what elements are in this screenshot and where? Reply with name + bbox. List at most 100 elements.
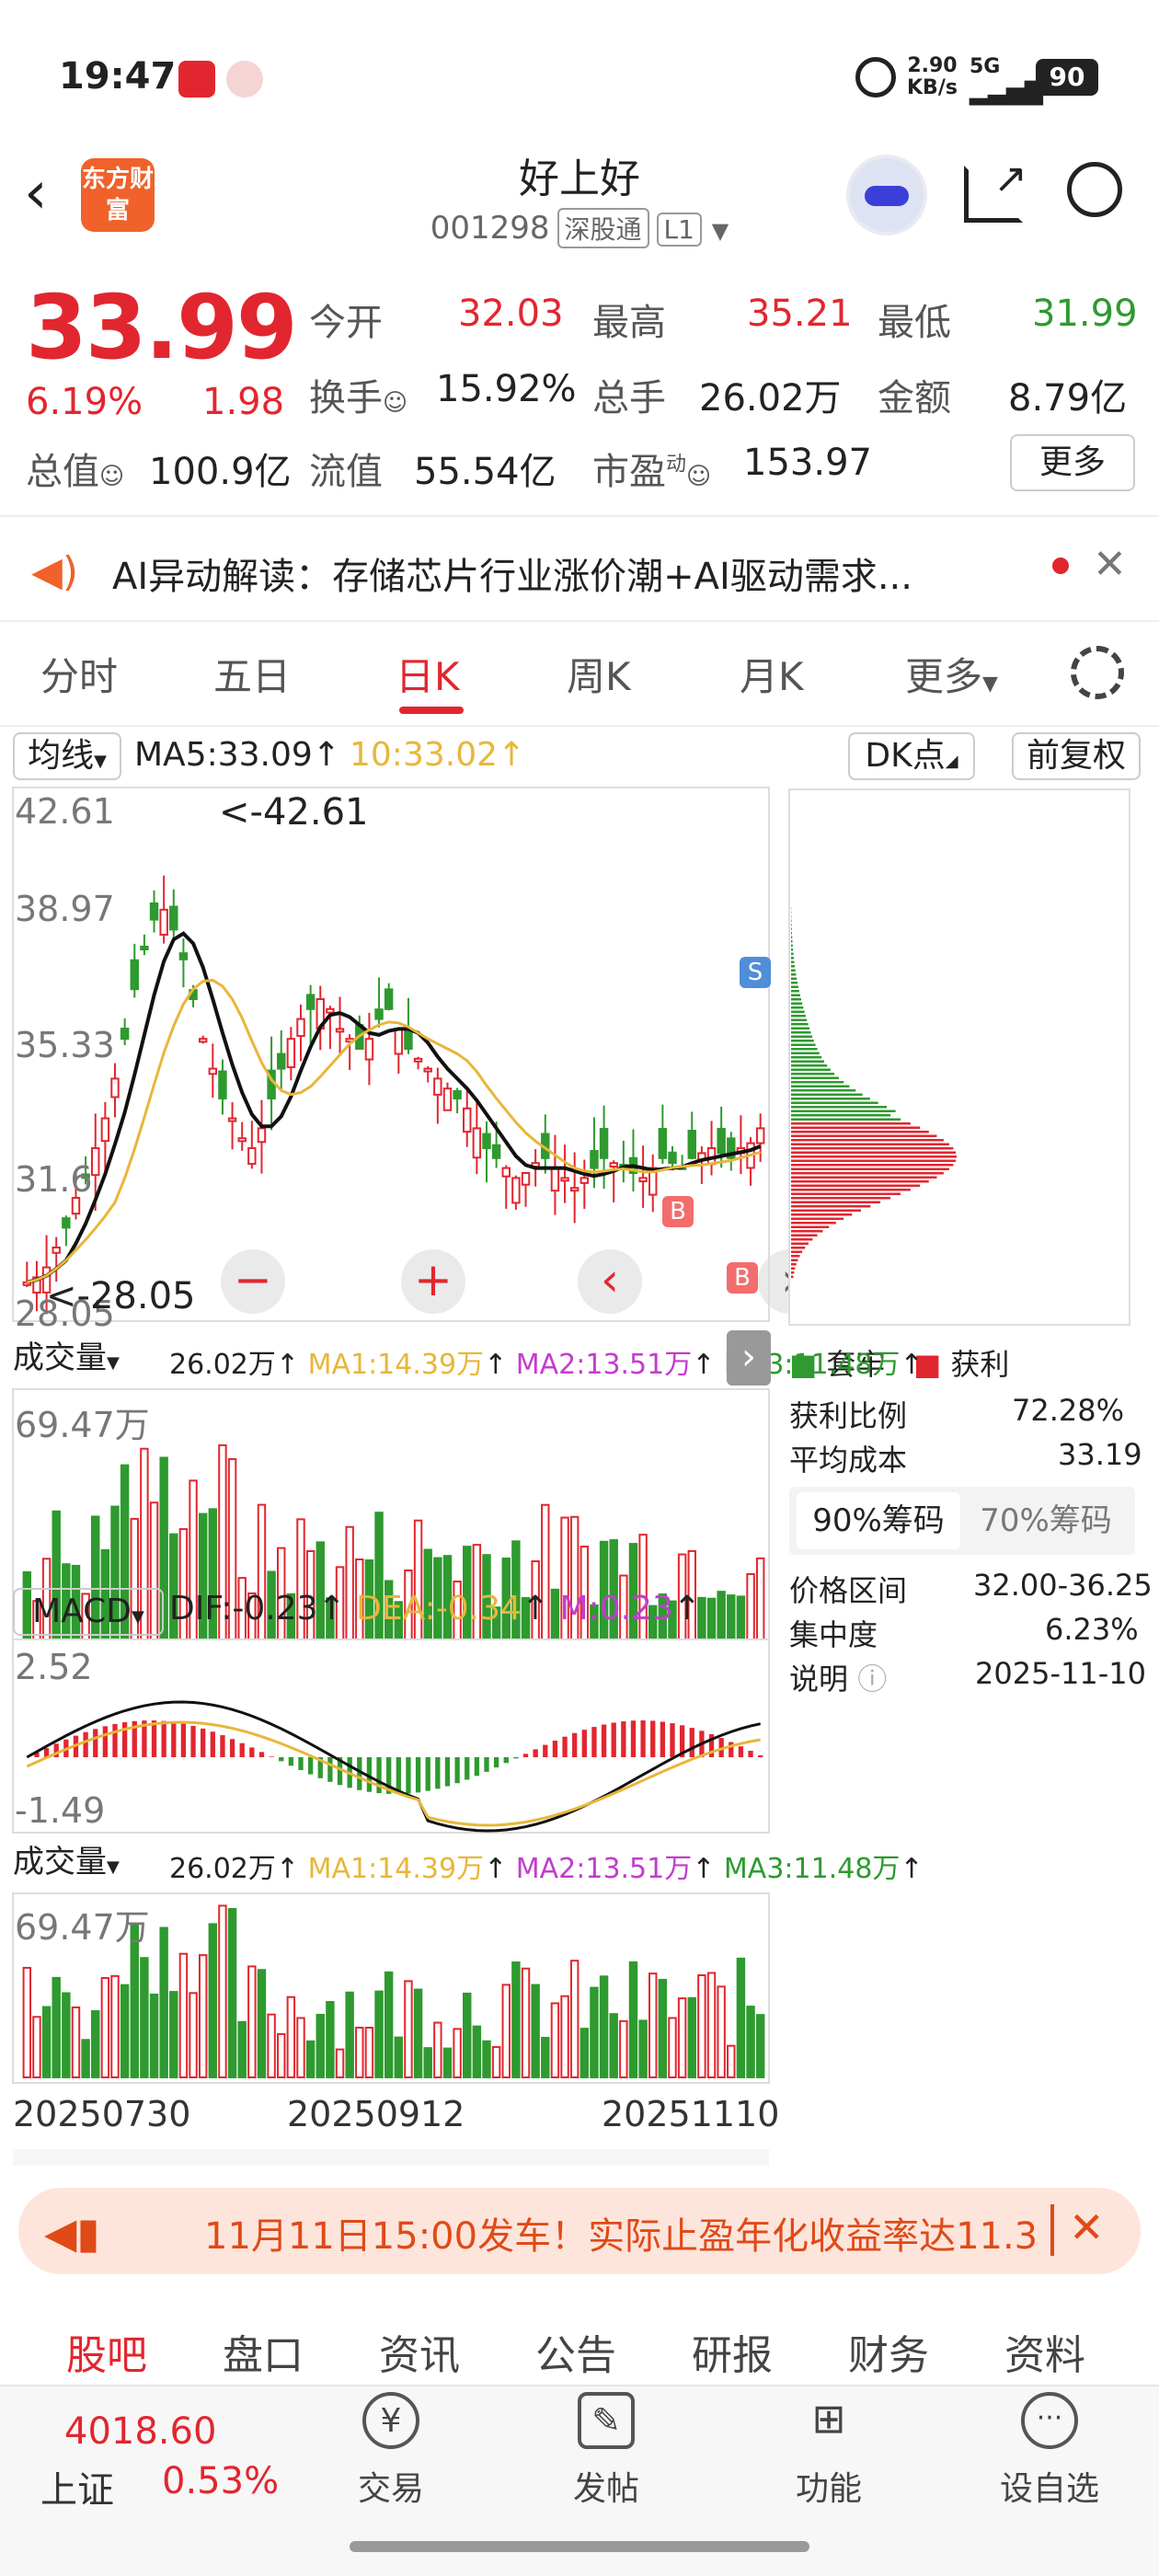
- chip-bar: [791, 1147, 954, 1150]
- dot-icon: [1052, 558, 1069, 574]
- candle: [277, 1052, 286, 1070]
- macd-selector[interactable]: MACD▼: [13, 1588, 164, 1636]
- chip-bar: [791, 1217, 844, 1220]
- settings-icon[interactable]: [1071, 646, 1124, 699]
- ma-selector[interactable]: 均线▼: [13, 732, 121, 780]
- home-indicator: [350, 2541, 809, 2552]
- volume-bar: [355, 2026, 364, 2078]
- y-4-label: 31.6: [15, 1159, 93, 1200]
- chip-bar: [791, 940, 793, 943]
- candle: [384, 988, 394, 1010]
- chip-bar: [791, 1101, 878, 1104]
- ma10-label: 10:33.02↑: [350, 736, 526, 774]
- expand-panel-button[interactable]: ›: [727, 1330, 771, 1386]
- candle: [668, 1151, 677, 1165]
- adjust-selector[interactable]: 前复权: [1012, 732, 1141, 780]
- macd-legend: DIF:-0.23↑ DEA:-0.34↑ M:0.23↑: [169, 1590, 702, 1627]
- volume-bar: [169, 1991, 178, 2078]
- candle: [609, 1162, 618, 1168]
- chip-bar: [791, 1076, 839, 1079]
- tab-daily[interactable]: 日K: [396, 646, 460, 702]
- chip-bar: [791, 1106, 887, 1109]
- nav-post[interactable]: ✎ 发帖: [556, 2392, 657, 2510]
- speaker-icon: ◀): [31, 548, 79, 595]
- zoom-in-button[interactable]: +: [401, 1249, 465, 1314]
- zoom-out-button[interactable]: −: [221, 1249, 285, 1314]
- chip-bar: [791, 1035, 813, 1038]
- turnover-value: 15.92%: [436, 368, 577, 410]
- nav-trade[interactable]: ¥ 交易: [340, 2392, 442, 2510]
- chip-bar: [791, 1242, 809, 1245]
- chip-bar: [791, 1060, 825, 1063]
- signal-buy-marker[interactable]: B: [662, 1196, 694, 1227]
- tab-research[interactable]: 研报: [692, 2322, 773, 2381]
- change-pct: 6.19%: [26, 381, 143, 423]
- candle: [590, 1149, 599, 1169]
- high-label: 最高: [592, 302, 666, 344]
- candle: [560, 1177, 569, 1182]
- tab-announcements[interactable]: 公告: [535, 2322, 616, 2381]
- candle: [550, 1167, 560, 1192]
- volume-bar: [374, 1990, 384, 2078]
- concentration-label: 集中度: [789, 1617, 878, 1652]
- tab-5day[interactable]: 五日: [213, 646, 291, 702]
- banner-divider: [1050, 2204, 1054, 2256]
- close-icon[interactable]: ✕: [1093, 541, 1127, 588]
- chevron-down-icon[interactable]: ▼: [712, 218, 729, 244]
- info-icon[interactable]: ☺: [383, 389, 407, 417]
- tab-news[interactable]: 资讯: [379, 2322, 460, 2381]
- more-button[interactable]: 更多: [1010, 434, 1135, 491]
- tab-profile[interactable]: 资料: [1004, 2322, 1085, 2381]
- tab-depth[interactable]: 盘口: [223, 2322, 304, 2381]
- low-value: 31.99: [1032, 293, 1138, 335]
- chip-bar: [791, 1134, 937, 1137]
- tab-more[interactable]: 更多▼: [905, 646, 998, 702]
- tab-chip-70[interactable]: 70%筹码: [964, 1492, 1128, 1549]
- signal-sell-marker[interactable]: S: [740, 957, 771, 988]
- candle: [482, 1133, 491, 1149]
- mcap-label: 总值☺: [26, 451, 125, 493]
- info-icon[interactable]: ☺: [686, 463, 711, 490]
- chip-bar: [791, 1234, 818, 1236]
- volume-bar: [727, 2044, 736, 2078]
- chip-bar: [791, 977, 798, 980]
- nav-functions[interactable]: ⊞ 功能: [778, 2392, 879, 2510]
- nav-add-watchlist[interactable]: ··· 设自选: [990, 2392, 1109, 2510]
- ai-text[interactable]: AI异动解读：存储芯片行业涨价潮+AI驱动需求...: [112, 546, 912, 600]
- volume-bar: [569, 1960, 580, 2078]
- price-range-label: 价格区间: [789, 1573, 908, 1608]
- candle: [140, 945, 149, 950]
- assistant-avatar[interactable]: [846, 155, 927, 236]
- volume-bar: [345, 1991, 354, 2078]
- volume-selector-2[interactable]: 成交量▼: [13, 1840, 164, 1888]
- search-icon[interactable]: [1067, 162, 1122, 217]
- macd-chart[interactable]: [0, 1638, 782, 1834]
- tab-guba[interactable]: 股吧: [66, 2322, 147, 2381]
- y-3-label: 35.33: [15, 1025, 115, 1065]
- tab-monthly[interactable]: 月K: [740, 646, 804, 702]
- promo-text[interactable]: 11月11日15:00发车！实际止盈年化收益率达11.3: [204, 2206, 1039, 2260]
- candle: [130, 959, 139, 991]
- chip-bar: [791, 1209, 861, 1212]
- tab-chip-90[interactable]: 90%筹码: [797, 1492, 960, 1549]
- volume-selector[interactable]: 成交量▼: [13, 1336, 164, 1384]
- dk-selector[interactable]: DK点◢: [848, 732, 975, 780]
- info-icon[interactable]: ⓘ: [857, 1662, 887, 1696]
- tab-finance[interactable]: 财务: [848, 2322, 929, 2381]
- share-icon[interactable]: ↗: [964, 159, 1027, 223]
- candle: [149, 902, 159, 921]
- index-value[interactable]: 4018.60: [64, 2410, 216, 2453]
- volume-bar: [628, 1961, 638, 2078]
- volume-bar: [648, 1972, 658, 2078]
- volume-bar: [590, 1986, 599, 2078]
- candle: [286, 1038, 296, 1069]
- volume-bar: [511, 1961, 521, 2078]
- volume-bar: [638, 2019, 648, 2079]
- info-icon[interactable]: ☺: [99, 463, 124, 490]
- banner-close-icon[interactable]: ✕: [1069, 2202, 1105, 2252]
- tab-intraday[interactable]: 分时: [40, 646, 118, 702]
- scroll-left-button[interactable]: ‹: [578, 1249, 642, 1314]
- signal-buy-marker-2[interactable]: B: [727, 1262, 758, 1294]
- volume-bar: [71, 2006, 81, 2078]
- tab-weekly[interactable]: 周K: [567, 646, 631, 702]
